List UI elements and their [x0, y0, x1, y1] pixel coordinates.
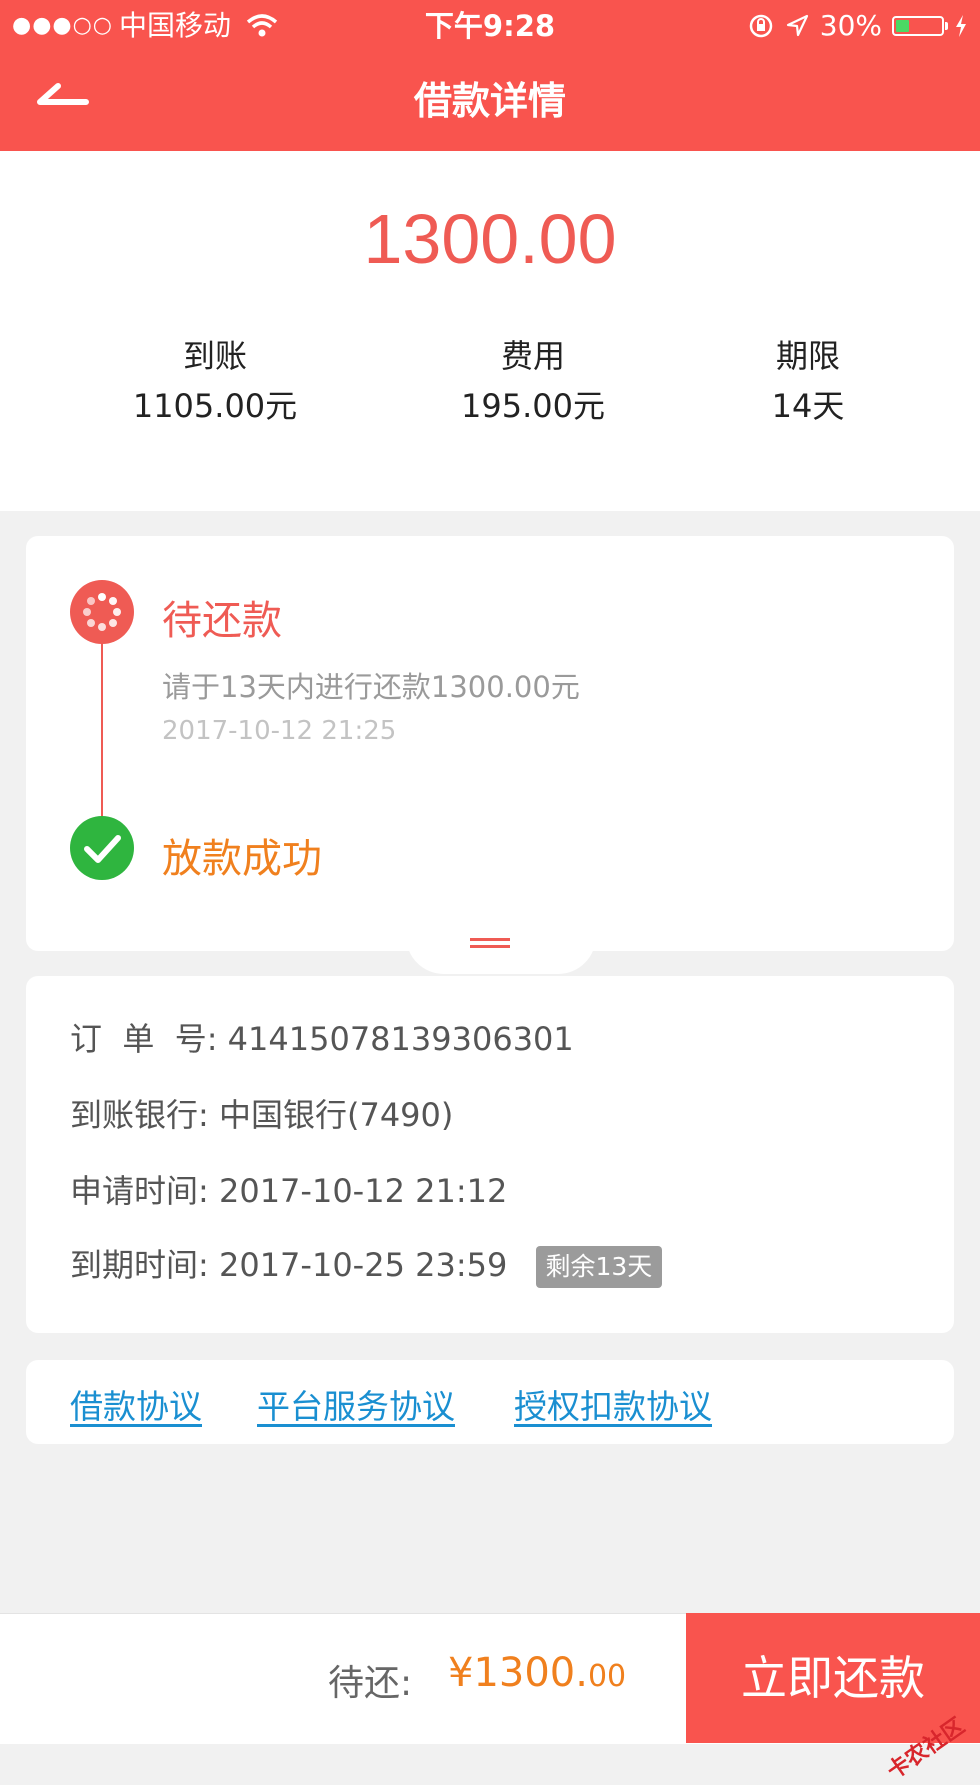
stat-label: 到账 — [182, 337, 247, 375]
step-pending-time: 2017-10-12 21:25 — [162, 716, 397, 746]
app-header: ●●●○○ 中国移动 下午9:28 30% 借款详情 — [0, 0, 980, 151]
bank-value: 中国银行(7490) — [218, 1096, 454, 1134]
bank-row: 到账银行: 中国银行(7490) — [70, 1090, 453, 1136]
step-pending-title: 待还款 — [162, 598, 282, 644]
apply-time-row: 申请时间: 2017-10-12 21:12 — [70, 1166, 507, 1212]
loan-summary: 1300.00 到账 1105.00元 费用 195.00元 期限 14天 — [0, 151, 980, 511]
platform-service-agreement-link[interactable]: 平台服务协议 — [257, 1380, 455, 1428]
order-number-row: 订 单 号: 41415078139306301 — [70, 1014, 574, 1060]
due-time-value: 2017-10-25 23:59 — [218, 1246, 508, 1284]
step-pending-desc: 请于13天内进行还款1300.00元 — [162, 670, 580, 704]
loan-amount: 1300.00 — [363, 200, 617, 278]
pending-clock-icon — [70, 580, 134, 644]
success-check-icon — [70, 816, 134, 880]
loan-agreement-link[interactable]: 借款协议 — [70, 1380, 202, 1428]
debit-authorization-agreement-link[interactable]: 授权扣款协议 — [514, 1380, 712, 1428]
amount-due-main: ¥1300. — [448, 1650, 588, 1696]
amount-due-value: ¥1300.00 — [448, 1650, 626, 1696]
amount-due-cents: 00 — [587, 1659, 627, 1694]
order-number-value: 41415078139306301 — [227, 1020, 574, 1058]
due-time-label: 到期时间: — [70, 1246, 209, 1284]
location-arrow-icon — [786, 14, 808, 37]
stat-received: 到账 1105.00元 — [85, 331, 345, 431]
amount-due-label: 待还: — [328, 1663, 413, 1704]
stat-label: 费用 — [500, 337, 565, 375]
stat-term: 期限 14天 — [678, 331, 938, 431]
due-time-row: 到期时间: 2017-10-25 23:59 剩余13天 — [70, 1240, 663, 1288]
status-right: 30% — [748, 6, 968, 46]
apply-time-value: 2017-10-12 21:12 — [218, 1172, 508, 1210]
step-disbursed-title: 放款成功 — [162, 836, 322, 882]
stat-value: 1105.00元 — [132, 387, 298, 425]
remaining-days-badge: 剩余13天 — [535, 1246, 663, 1288]
stat-label: 期限 — [775, 337, 840, 375]
page-title: 借款详情 — [413, 79, 566, 123]
agreement-links-card: 借款协议 平台服务协议 授权扣款协议 — [26, 1360, 954, 1444]
stat-fee: 费用 195.00元 — [403, 331, 663, 431]
status-timeline-card: 待还款 请于13天内进行还款1300.00元 2017-10-12 21:25 … — [26, 536, 954, 974]
stat-value: 195.00元 — [461, 387, 605, 425]
battery-icon — [892, 16, 948, 36]
orientation-lock-icon — [749, 14, 773, 38]
order-number-label: 订 单 号: — [70, 1020, 218, 1058]
bank-label: 到账银行: — [70, 1096, 209, 1134]
collapse-handle-icon[interactable] — [470, 936, 510, 950]
battery-percent: 30% — [819, 9, 882, 42]
order-detail-card: 订 单 号: 41415078139306301 到账银行: 中国银行(7490… — [26, 976, 954, 1333]
apply-time-label: 申请时间: — [70, 1172, 209, 1210]
stat-value: 14天 — [771, 387, 845, 425]
charging-bolt-icon — [956, 15, 966, 37]
